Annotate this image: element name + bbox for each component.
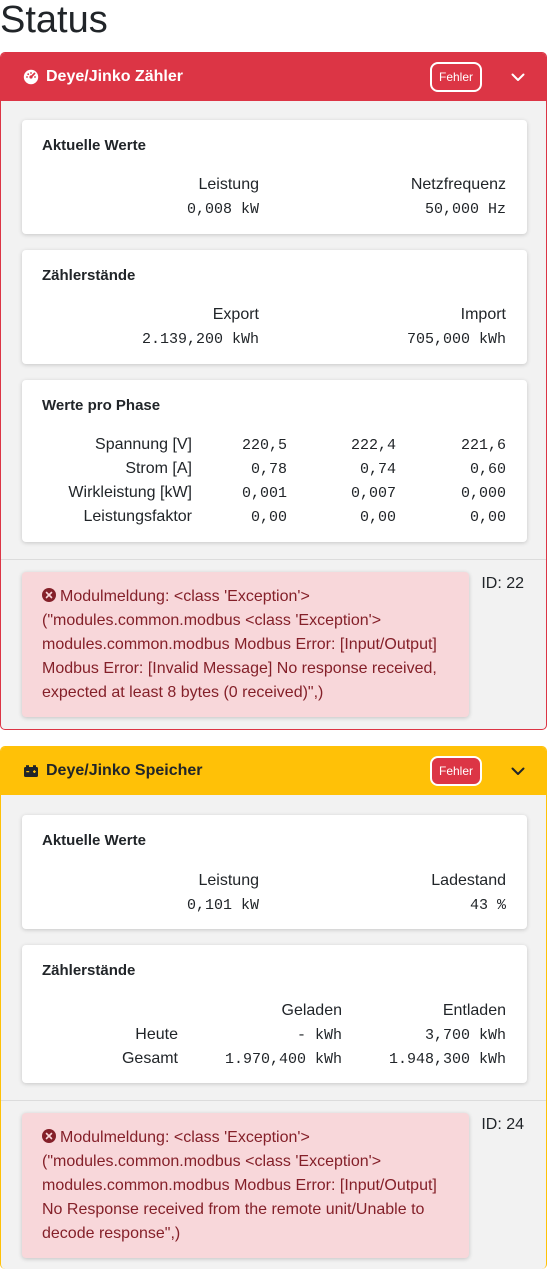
- meter-title: Deye/Jinko Zähler: [46, 68, 183, 85]
- page-title: Status: [0, 0, 108, 41]
- state-of-charge-label: Ladestand: [431, 872, 506, 889]
- meter-error-alert: Modulmeldung: <class 'Exception'> ("modu…: [22, 572, 469, 717]
- power-value: 0,101 kW: [186, 897, 259, 914]
- chevron-down-icon[interactable]: [510, 69, 526, 85]
- meter-status-badge: Fehler: [429, 62, 482, 92]
- frequency-value: 50,000 Hz: [424, 201, 506, 218]
- divider: [1, 559, 546, 560]
- total-charged-value: 1.970,400 kWh: [224, 1051, 342, 1068]
- error-circle-icon: [42, 586, 56, 602]
- power-value: 0,008 kW: [186, 201, 259, 218]
- storage-module-id: ID: 24: [481, 1116, 524, 1133]
- phase-row-label: Wirkleistung [kW]: [68, 484, 192, 501]
- chevron-down-icon[interactable]: [510, 763, 526, 779]
- section-heading: Zählerstände: [42, 962, 136, 979]
- section-heading: Werte pro Phase: [42, 397, 161, 414]
- battery-icon: [23, 763, 39, 779]
- today-discharged-value: 3,700 kWh: [424, 1027, 506, 1044]
- storage-counters-card: Zählerstände Geladen Entladen Heute - kW…: [22, 945, 527, 1083]
- charged-label: Geladen: [281, 1002, 343, 1019]
- phase-value: 221,6: [460, 437, 506, 454]
- import-value: 705,000 kWh: [406, 331, 506, 348]
- phase-value: 222,4: [350, 437, 396, 454]
- phase-value: 0,60: [469, 461, 506, 478]
- export-value: 2.139,200 kWh: [141, 331, 259, 348]
- section-heading: Zählerstände: [42, 267, 136, 284]
- today-charged-value: - kWh: [296, 1027, 342, 1044]
- meter-current-values-card: Aktuelle Werte Leistung 0,008 kW Netzfre…: [22, 120, 527, 234]
- phase-value: 0,00: [359, 509, 396, 526]
- phase-value: 0,001: [241, 485, 287, 502]
- storage-error-alert: Modulmeldung: <class 'Exception'> ("modu…: [22, 1113, 469, 1258]
- phase-row-label: Strom [A]: [125, 460, 192, 477]
- section-heading: Aktuelle Werte: [42, 832, 146, 849]
- gauge-icon: [23, 69, 39, 85]
- export-label: Export: [212, 306, 259, 323]
- meter-card: Deye/Jinko Zähler Fehler Aktuelle Werte …: [0, 52, 547, 730]
- section-heading: Aktuelle Werte: [42, 137, 146, 154]
- storage-error-message: Modulmeldung: <class 'Exception'> ("modu…: [42, 1129, 437, 1242]
- frequency-label: Netzfrequenz: [410, 176, 506, 193]
- phase-value: 220,5: [241, 437, 287, 454]
- phase-value: 0,74: [359, 461, 396, 478]
- phase-value: 0,00: [250, 509, 287, 526]
- today-label: Heute: [135, 1026, 178, 1043]
- meter-error-message: Modulmeldung: <class 'Exception'> ("modu…: [42, 588, 437, 701]
- total-label: Gesamt: [121, 1050, 178, 1067]
- phase-row-label: Leistungsfaktor: [83, 508, 192, 525]
- meter-module-id: ID: 22: [481, 575, 524, 592]
- discharged-label: Entladen: [442, 1002, 506, 1019]
- storage-status-badge: Fehler: [429, 756, 482, 786]
- storage-card-header[interactable]: Deye/Jinko Speicher Fehler: [1, 747, 546, 795]
- storage-current-values-card: Aktuelle Werte Leistung 0,101 kW Ladesta…: [22, 815, 527, 929]
- meter-phase-values-card: Werte pro Phase Spannung [V] 220,5 222,4…: [22, 380, 527, 542]
- phase-value: 0,00: [469, 509, 506, 526]
- phase-row-label: Spannung [V]: [95, 436, 192, 453]
- power-label: Leistung: [198, 176, 260, 193]
- phase-value: 0,78: [250, 461, 287, 478]
- storage-card: Deye/Jinko Speicher Fehler Aktuelle Wert…: [0, 746, 547, 1269]
- power-label: Leistung: [198, 872, 260, 889]
- import-label: Import: [460, 306, 506, 323]
- phase-value: 0,000: [460, 485, 506, 502]
- divider: [1, 1100, 546, 1101]
- phase-value: 0,007: [350, 485, 396, 502]
- meter-counters-card: Zählerstände Export 2.139,200 kWh Import…: [22, 250, 527, 364]
- storage-title: Deye/Jinko Speicher: [46, 762, 203, 779]
- meter-card-header[interactable]: Deye/Jinko Zähler Fehler: [1, 53, 546, 101]
- total-discharged-value: 1.948,300 kWh: [388, 1051, 506, 1068]
- error-circle-icon: [42, 1127, 56, 1143]
- state-of-charge-value: 43 %: [469, 897, 506, 914]
